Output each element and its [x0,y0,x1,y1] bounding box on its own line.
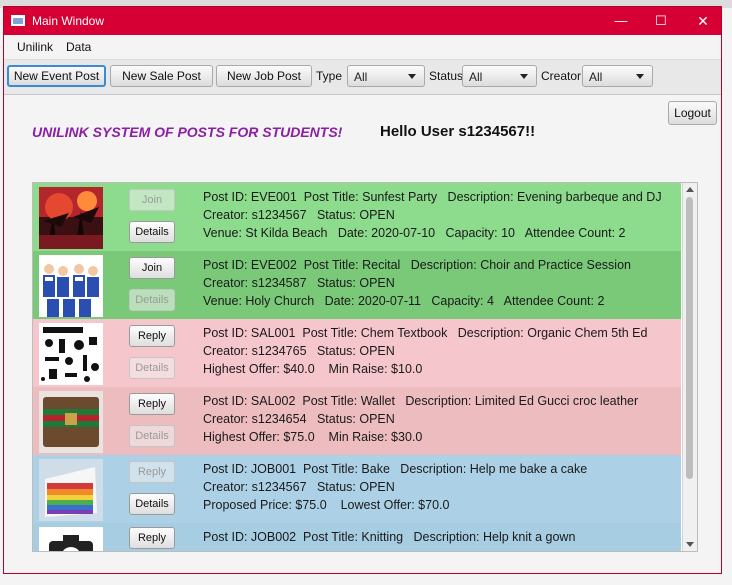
post-info-line2: Creator: s1234567 Status: OPEN [203,480,395,494]
cake-image [39,459,103,521]
post-info-line1: Post ID: JOB001 Post Title: Bake Descrip… [203,462,588,476]
posts-list[interactable]: Join Details Post ID: EVE001 Post Title:… [32,182,698,552]
status-select[interactable]: All [462,65,537,87]
new-job-post-button[interactable]: New Job Post [216,65,312,87]
menu-bar: Unilink Data [4,35,721,60]
close-button[interactable]: ✕ [680,7,726,35]
post-info-line2: Creator: s1234587 Status: OPEN [203,276,395,290]
new-sale-post-button[interactable]: New Sale Post [110,65,213,87]
window-title: Main Window [32,14,105,28]
menu-unilink[interactable]: Unilink [17,40,53,54]
post-info-line1: Post ID: EVE001 Post Title: Sunfest Part… [203,190,662,204]
details-button[interactable]: Details [129,221,175,243]
logout-button[interactable]: Logout [668,101,717,125]
post-info-line1: Post ID: JOB002 Post Title: Knitting Des… [203,530,576,544]
reply-button[interactable]: Reply [129,527,175,549]
greeting-text: Hello User s1234567!! [380,123,536,140]
post-row-sal002: Reply Details Post ID: SAL002 Post Title… [33,387,681,455]
post-info-line1: Post ID: SAL002 Post Title: Wallet Descr… [203,394,639,408]
post-row-job001: Reply Details Post ID: JOB001 Post Title… [33,455,681,523]
post-info-line2: Creator: s1234567 Status: OPEN [203,208,395,222]
camera-image [39,527,103,551]
post-info-line1: Post ID: SAL001 Post Title: Chem Textboo… [203,326,648,340]
status-label: Status [429,69,464,83]
menu-data[interactable]: Data [66,40,91,54]
wallet-image [39,391,103,453]
title-bar: Main Window — ☐ ✕ [4,7,721,35]
reply-button[interactable]: Reply [129,393,175,415]
vertical-scrollbar[interactable] [682,183,697,551]
post-info-line2: Creator: s1234654 Status: OPEN [203,412,395,426]
party-image [39,187,103,249]
scrollbar-thumb[interactable] [686,197,693,479]
main-window: Main Window — ☐ ✕ Unilink Data New Event… [3,6,722,574]
join-button[interactable]: Join [129,257,175,279]
post-info-line3: Venue: St Kilda Beach Date: 2020-07-10 C… [203,226,626,240]
details-button[interactable]: Details [129,289,175,311]
post-row-sal001: Reply Details Post ID: SAL001 Post Title… [33,319,681,387]
type-select-value: All [354,70,368,84]
post-info-line2: Creator: s1234765 Status: OPEN [203,344,395,358]
chevron-down-icon [520,74,528,79]
creator-select-value: All [589,70,603,84]
chevron-down-icon [636,74,644,79]
post-row-eve001: Join Details Post ID: EVE001 Post Title:… [33,183,681,251]
details-button[interactable]: Details [129,493,175,515]
join-button[interactable]: Join [129,189,175,211]
reply-button[interactable]: Reply [129,461,175,483]
scroll-up-icon[interactable] [686,187,694,192]
post-row-eve002: Join Details Post ID: EVE002 Post Title:… [33,251,681,319]
post-info-line3: Proposed Price: $75.0 Lowest Offer: $70.… [203,498,450,512]
maximize-button[interactable]: ☐ [638,7,684,35]
page-heading: UNILINK SYSTEM OF POSTS FOR STUDENTS! [32,124,343,140]
post-row-job002: Reply Post ID: JOB002 Post Title: Knitti… [33,523,681,551]
post-info-line3: Venue: Holy Church Date: 2020-07-11 Capa… [203,294,605,308]
app-icon [11,15,25,26]
creator-select[interactable]: All [582,65,653,87]
choir-image [39,255,103,317]
scroll-down-icon[interactable] [686,542,694,547]
details-button[interactable]: Details [129,357,175,379]
post-info-line3: Highest Offer: $40.0 Min Raise: $10.0 [203,362,423,376]
chevron-down-icon [408,74,416,79]
new-event-post-button[interactable]: New Event Post [7,65,106,87]
reply-button[interactable]: Reply [129,325,175,347]
creator-label: Creator [541,69,582,83]
type-select[interactable]: All [347,65,425,87]
status-select-value: All [469,70,483,84]
details-button[interactable]: Details [129,425,175,447]
type-label: Type [316,69,343,83]
post-info-line3: Highest Offer: $75.0 Min Raise: $30.0 [203,430,423,444]
chemistry-image [39,323,103,385]
post-info-line1: Post ID: EVE002 Post Title: Recital Desc… [203,258,631,272]
